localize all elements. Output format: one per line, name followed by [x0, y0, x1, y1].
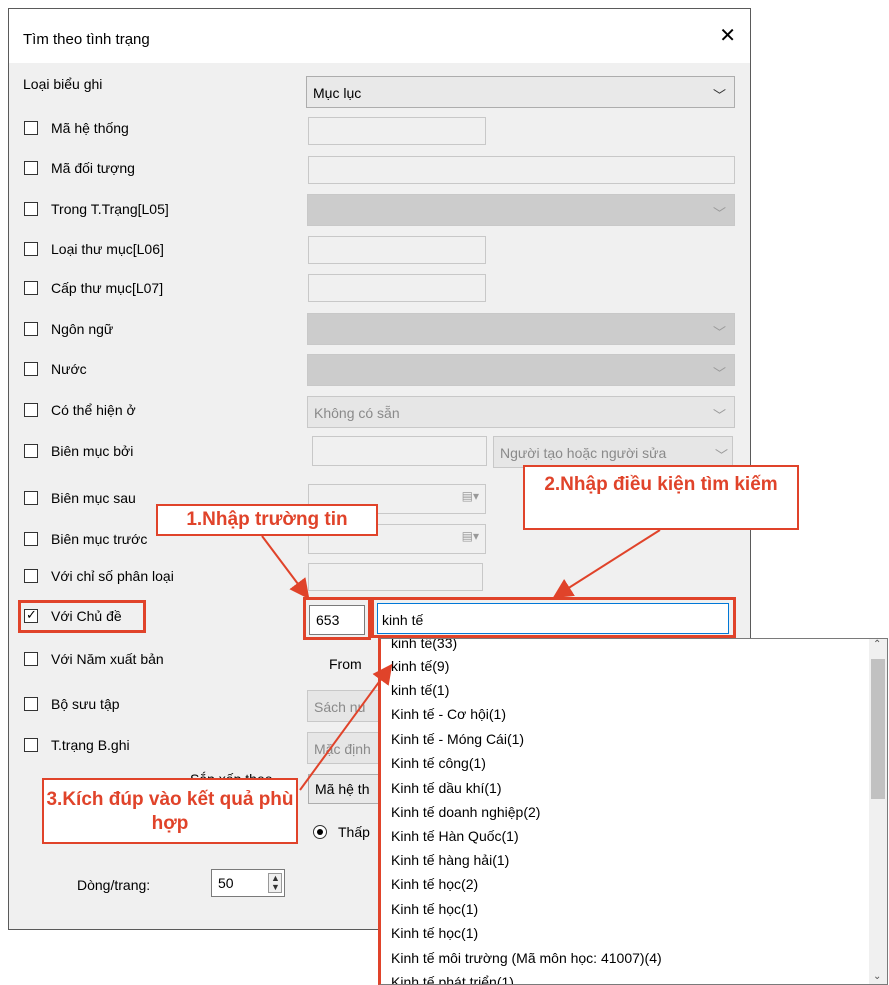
arrow-step2 — [552, 529, 661, 599]
callout-step1: 1.Nhập trường tin — [156, 504, 378, 536]
callout-step2: 2.Nhập điều kiện tìm kiếm — [523, 465, 799, 530]
arrow-step1 — [261, 535, 310, 600]
arrow-step3 — [299, 663, 393, 791]
callout-step3: 3.Kích đúp vào kết quả phù hợp — [42, 778, 298, 844]
